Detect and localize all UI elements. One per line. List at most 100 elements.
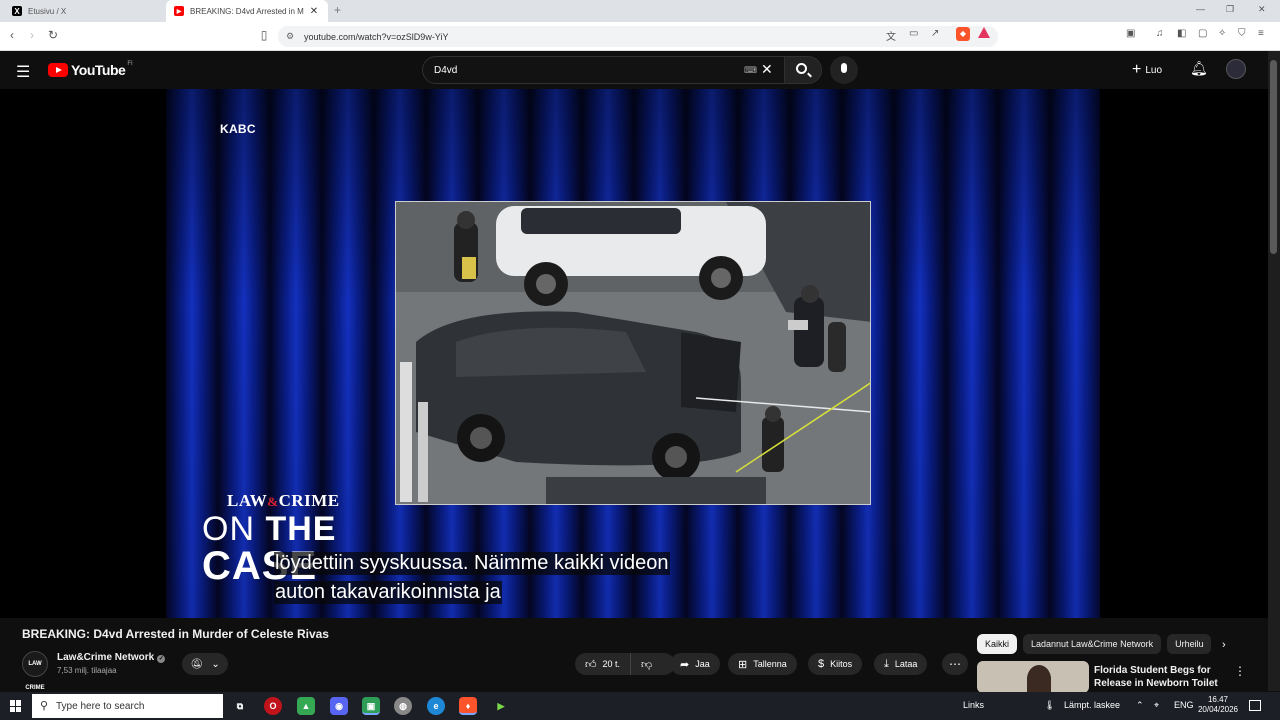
site-info-icon[interactable]: ⚙ <box>286 31 294 42</box>
task-view-icon[interactable]: ⧉ <box>231 697 249 715</box>
forward-icon[interactable]: › <box>24 28 40 42</box>
brave-browser-icon[interactable]: ♦ <box>459 697 477 715</box>
recommendation-chips: Kaikki Ladannut Law&Crime Network Urheil… <box>977 633 1217 655</box>
station-bug: KABC <box>220 122 256 136</box>
channel-avatar[interactable]: LAW CRIME <box>22 651 48 691</box>
aerial-footage-inset <box>395 201 871 505</box>
country-code: FI <box>127 61 133 67</box>
account-avatar[interactable] <box>1226 59 1246 79</box>
voice-search-button[interactable] <box>830 56 858 84</box>
links-toolbar[interactable]: Links <box>963 700 984 710</box>
chevron-right-icon[interactable]: › <box>1222 639 1226 651</box>
browser-toolbar: ‹ › ↻ ▯ ⚙ youtube.com/watch?v=ozSlD9w-Yi… <box>0 22 1280 51</box>
download-button[interactable]: ⤓ Lataa <box>874 653 928 675</box>
video-player[interactable]: KABC LAW&CRIME ON THE CASE löydettiin sy… <box>0 89 1268 618</box>
verified-icon: ✓ <box>157 655 166 663</box>
dark-car <box>416 311 741 481</box>
keyboard-icon[interactable]: ⌨ <box>744 65 757 76</box>
tab-youtube[interactable]: ▶ BREAKING: D4vd Arrested in M ✕ <box>166 0 328 22</box>
system-clock[interactable]: 16.47 20/04/2026 <box>1196 695 1240 715</box>
taskbar-search-input[interactable]: ⚲ Type here to search <box>32 694 223 718</box>
channel-name-text: Law&Crime Network <box>57 652 155 663</box>
clear-search-icon[interactable]: ✕ <box>761 61 773 78</box>
notification-center-icon[interactable] <box>1249 700 1261 711</box>
brave-shields-icon[interactable]: ◆ <box>956 27 970 41</box>
sidebar-panel-icon[interactable]: ▣ <box>1126 28 1135 39</box>
chevron-down-icon: ⌄ <box>211 658 220 670</box>
chip-all[interactable]: Kaikki <box>977 634 1018 654</box>
tray-overflow-icon[interactable]: ⌃ <box>1136 700 1144 711</box>
youtube-logo[interactable]: YouTube FI <box>48 61 133 78</box>
close-tab-icon[interactable]: ✕ <box>308 6 320 17</box>
video-title: BREAKING: D4vd Arrested in Murder of Cel… <box>22 627 329 641</box>
search-icon <box>796 63 807 74</box>
network-icon[interactable]: ⌖ <box>1154 700 1159 711</box>
thumbnail-person <box>1027 665 1051 693</box>
clock-time: 16.47 <box>1207 695 1229 704</box>
reload-icon[interactable]: ↻ <box>45 28 61 42</box>
minimize-icon[interactable]: — <box>1196 4 1205 14</box>
opera-icon[interactable]: O <box>264 697 282 715</box>
browser-tab-strip: X Etusivu / X ▶ BREAKING: D4vd Arrested … <box>0 0 1280 22</box>
tab-label: Etusivu / X <box>28 6 67 16</box>
app-shield-icon[interactable]: ◍ <box>394 697 412 715</box>
chip-sports[interactable]: Urheilu <box>1167 634 1212 654</box>
terminal-app-icon[interactable]: ▶ <box>492 697 510 715</box>
media-icon[interactable]: ♫ <box>1156 28 1164 39</box>
cast-icon[interactable]: ▭ <box>909 28 918 39</box>
edge-icon[interactable]: e <box>427 697 445 715</box>
scrollbar-thumb[interactable] <box>1270 60 1277 254</box>
share-icon: ➦ <box>680 658 690 671</box>
caption-line-2: auton takavarikoinnista ja <box>274 581 502 604</box>
youtube-wordmark: YouTube <box>71 62 126 78</box>
recommended-video-thumbnail[interactable] <box>977 661 1089 693</box>
photo-app-icon[interactable]: ▲ <box>297 697 315 715</box>
like-button[interactable]: 👍︎ 20 t. <box>575 653 632 675</box>
discord-icon[interactable]: ◉ <box>330 697 348 715</box>
x-logo-icon: X <box>12 6 22 16</box>
search-input[interactable]: D4vd ⌨ ✕ <box>422 56 786 84</box>
download-label: Lataa <box>894 659 918 669</box>
restore-icon[interactable]: ❐ <box>1226 4 1234 15</box>
microphone-icon <box>841 63 847 73</box>
search-button[interactable] <box>784 56 822 84</box>
subscribed-button[interactable]: 🔕︎ ⌄ <box>182 653 228 675</box>
notifications-bell-icon[interactable]: 🔔︎ <box>1190 60 1208 77</box>
whatsapp-icon[interactable]: ▣ <box>362 697 380 715</box>
translate-icon[interactable]: 文 <box>886 28 896 43</box>
chip-from-channel[interactable]: Ladannut Law&Crime Network <box>1023 634 1162 654</box>
browser-menu-icon[interactable]: ≡ <box>1258 28 1264 39</box>
thanks-button[interactable]: $ Kiitos <box>808 653 863 675</box>
vpn-icon[interactable]: ⛉ <box>1238 28 1246 39</box>
weather-icon[interactable]: 🌡︎ <box>1044 700 1055 711</box>
more-vertical-icon[interactable]: ⋮ <box>1234 664 1246 678</box>
hamburger-menu-icon[interactable]: ☰ <box>16 62 30 82</box>
back-icon[interactable]: ‹ <box>4 28 20 42</box>
bookmark-icon[interactable]: ▯ <box>256 28 272 42</box>
channel-name[interactable]: Law&Crime Network ✓ <box>57 652 166 663</box>
plus-icon: + <box>1132 61 1142 78</box>
share-label: Jaa <box>695 659 710 669</box>
tab-x[interactable]: X Etusivu / X <box>4 0 166 22</box>
search-value: D4vd <box>434 65 458 76</box>
wallet-icon[interactable]: ▢ <box>1198 28 1207 39</box>
youtube-header: ☰ YouTube FI D4vd ⌨ ✕ + Luo 🔔︎ <box>0 51 1280 89</box>
leo-ai-icon[interactable]: ✧ <box>1218 28 1226 39</box>
dislike-button[interactable]: 👎︎ <box>631 653 662 675</box>
close-window-icon[interactable]: ✕ <box>1258 4 1266 15</box>
share-button[interactable]: ➦ Jaa <box>670 653 720 675</box>
like-dislike-group: 👍︎ 20 t. 👎︎ <box>575 653 675 675</box>
share-page-icon[interactable]: ↗ <box>931 28 939 39</box>
language-indicator[interactable]: ENG <box>1174 700 1194 710</box>
save-button[interactable]: ⊞ Tallenna <box>728 653 797 675</box>
brave-rewards-icon[interactable] <box>978 27 990 38</box>
law-and-crime-logo: LAW&CRIME <box>227 491 340 510</box>
aerial-scene <box>396 202 870 504</box>
windows-start-icon[interactable] <box>10 700 22 712</box>
new-tab-icon[interactable]: + <box>334 3 341 17</box>
more-actions-button[interactable]: ⋯ <box>942 653 968 675</box>
weather-text[interactable]: Lämpt. laskee <box>1064 700 1120 710</box>
create-button[interactable]: + Luo <box>1132 61 1162 79</box>
logo-ampersand: & <box>267 494 279 509</box>
reading-list-icon[interactable]: ◧ <box>1177 28 1186 39</box>
